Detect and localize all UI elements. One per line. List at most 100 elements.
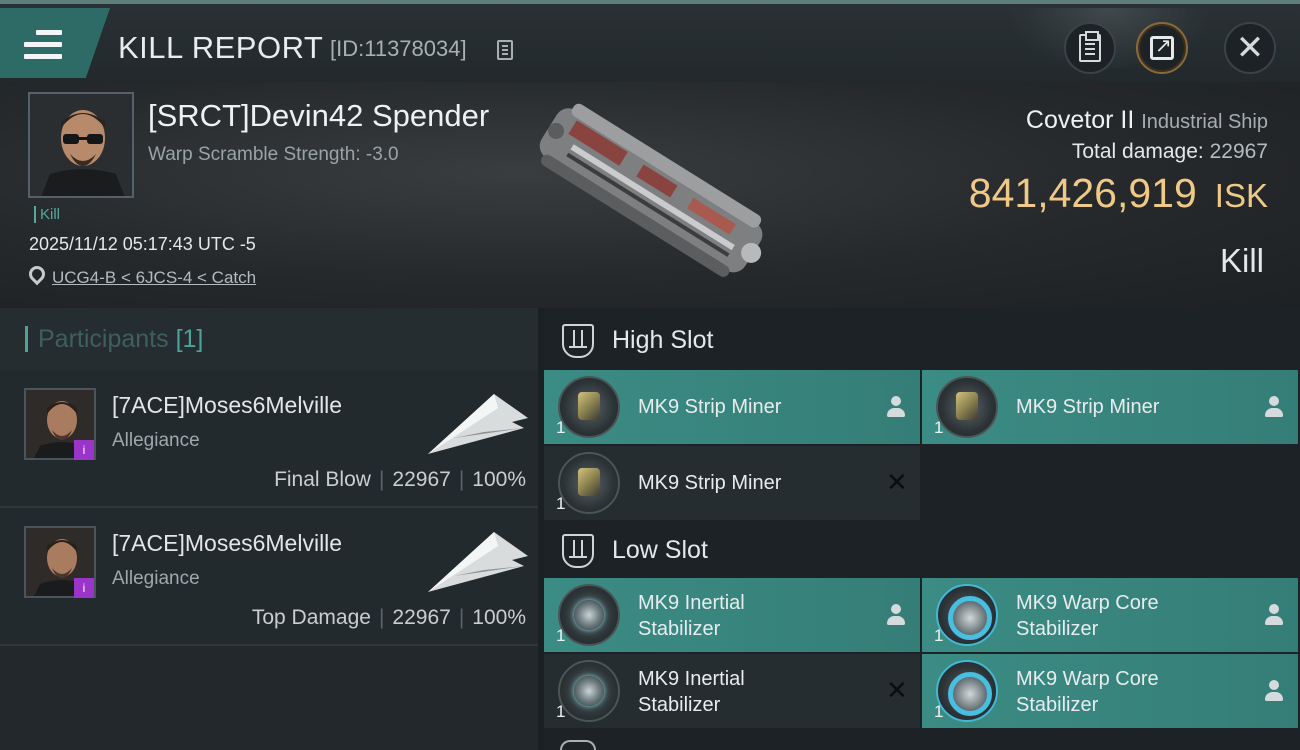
module-name-line2: Stabilizer [1016,618,1099,640]
participant-name[interactable]: [7ACE]Moses6Melville [112,392,342,419]
ship-name[interactable]: Covetor II [1026,106,1134,134]
module-state: ✕ [886,468,908,498]
dropped-icon [1264,396,1284,418]
clipboard-button[interactable] [1064,22,1116,74]
total-damage: Total damage: 22967 [1072,140,1268,164]
strip-miner-icon [558,376,620,438]
high-slot-header: High Slot [544,308,1300,372]
strip-miner-icon [936,376,998,438]
warp-core-stabilizer-icon [936,660,998,722]
participants-header: Participants [1] [0,308,538,370]
victim-ship-type: Covetor II Industrial Ship [1026,106,1268,135]
module-slot[interactable]: 1 MK9 Strip Miner [922,370,1298,444]
location-pin-icon [25,262,49,286]
module-slot[interactable]: 1 MK9 Warp Core Stabilizer [922,578,1298,652]
dropped-icon [1264,680,1284,702]
participant-alliance: Allegiance [112,568,200,589]
warp-scramble-strength: Warp Scramble Strength: -3.0 [148,144,399,165]
ship-class: Industrial Ship [1141,111,1268,133]
participant-damage: 22967 [392,468,451,491]
participants-count: [1] [175,325,204,353]
module-name: MK9 Warp Core Stabilizer [1016,590,1159,642]
hamburger-menu-icon [24,30,62,60]
module-name: MK9 Inertial Stabilizer [638,590,745,642]
module-quantity: 1 [934,418,944,437]
close-button[interactable]: ✕ [1224,22,1276,74]
victim-name[interactable]: [SRCT]Devin42 Spender [148,98,489,134]
warp-core-stabilizer-icon [936,584,998,646]
module-name-line1: MK9 Inertial [638,668,745,690]
high-slot-icon [562,324,594,358]
top-bar: KILL REPORT [ID:11378034] ✕ [0,0,1300,82]
module-state: ✕ [886,676,908,706]
participant-row[interactable]: i [7ACE]Moses6Melville Allegiance Top Da… [0,508,538,646]
module-name-line1: MK9 Inertial [638,592,745,614]
victim-ship-image [539,103,763,277]
victim-summary: [SRCT]Devin42 Spender Warp Scramble Stre… [0,82,1300,308]
participant-name[interactable]: [7ACE]Moses6Melville [112,530,342,557]
participant-damage: 22967 [392,606,451,629]
module-name-line2: Stabilizer [638,694,721,716]
close-icon: ✕ [1235,28,1265,68]
low-slot-title: Low Slot [612,536,708,564]
share-button[interactable] [1136,22,1188,74]
low-slot-icon [562,534,594,568]
module-quantity: 1 [934,626,944,645]
victim-avatar[interactable] [28,92,134,198]
share-icon [1150,33,1174,60]
participant-percent: 100% [472,606,526,629]
module-quantity: 1 [556,418,566,437]
module-quantity: 1 [556,494,566,513]
module-state [1264,396,1284,418]
isk-amount: 841,426,919 [968,170,1197,216]
module-name-line1: MK9 Warp Core [1016,592,1159,614]
module-slot[interactable]: 1 MK9 Inertial Stabilizer [544,578,920,652]
destroyed-icon: ✕ [886,676,908,706]
participant-ship-icon [428,532,528,592]
participant-role: Final Blow [274,468,371,491]
module-slot[interactable]: 1 MK9 Strip Miner ✕ [544,446,920,520]
module-slot[interactable]: 1 MK9 Warp Core Stabilizer [922,654,1298,728]
participants-panel: Participants [1] i [7ACE]Moses6Melville … [0,308,538,750]
participant-stats: Top Damage | 22967 | 100% [251,606,526,629]
low-slot-header: Low Slot [544,518,1300,582]
menu-button[interactable] [0,8,110,78]
kill-location-link[interactable]: UCG4-B < 6JCS-4 < Catch [52,268,256,288]
module-name: MK9 Strip Miner [1016,396,1160,418]
report-id: [ID:11378034] [330,36,467,61]
destroyed-icon: ✕ [886,468,908,498]
module-state [886,604,906,626]
page-title: KILL REPORT [118,30,324,65]
module-slot[interactable]: 1 MK9 Inertial Stabilizer ✕ [544,654,920,728]
dropped-icon [886,604,906,626]
participant-percent: 100% [472,468,526,491]
participant-alliance: Allegiance [112,430,200,451]
alliance-badge-icon: i [74,440,94,460]
module-slot[interactable]: 1 MK9 Strip Miner [544,370,920,444]
module-state [886,396,906,418]
kill-result: Kill [1219,242,1264,279]
isk-value: 841,426,919 ISK [969,170,1268,217]
module-name-line1: MK9 Warp Core [1016,668,1159,690]
total-damage-label: Total damage: [1071,140,1204,163]
total-damage-value: 22967 [1209,140,1268,163]
dropped-icon [886,396,906,418]
participants-label: Participants [38,325,169,353]
module-state [1264,680,1284,702]
clipboard-icon [1079,31,1101,62]
module-name: MK9 Strip Miner [638,396,782,418]
module-name: MK9 Warp Core Stabilizer [1016,666,1159,718]
module-name: MK9 Strip Miner [638,472,782,494]
next-slot-icon [560,740,596,750]
inertial-stabilizer-icon [558,584,620,646]
module-name-line2: Stabilizer [638,618,721,640]
participant-stats: Final Blow | 22967 | 100% [274,468,526,491]
alliance-badge-icon: i [74,578,94,598]
copy-id-icon[interactable] [497,40,513,60]
inertial-stabilizer-icon [558,660,620,722]
participant-row[interactable]: i [7ACE]Moses6Melville Allegiance Final … [0,370,538,508]
participant-ship-icon [428,394,528,454]
kill-datetime: 2025/11/12 05:17:43 UTC -5 [29,234,256,254]
high-slot-title: High Slot [612,326,714,354]
header-accent-bar [25,326,28,352]
